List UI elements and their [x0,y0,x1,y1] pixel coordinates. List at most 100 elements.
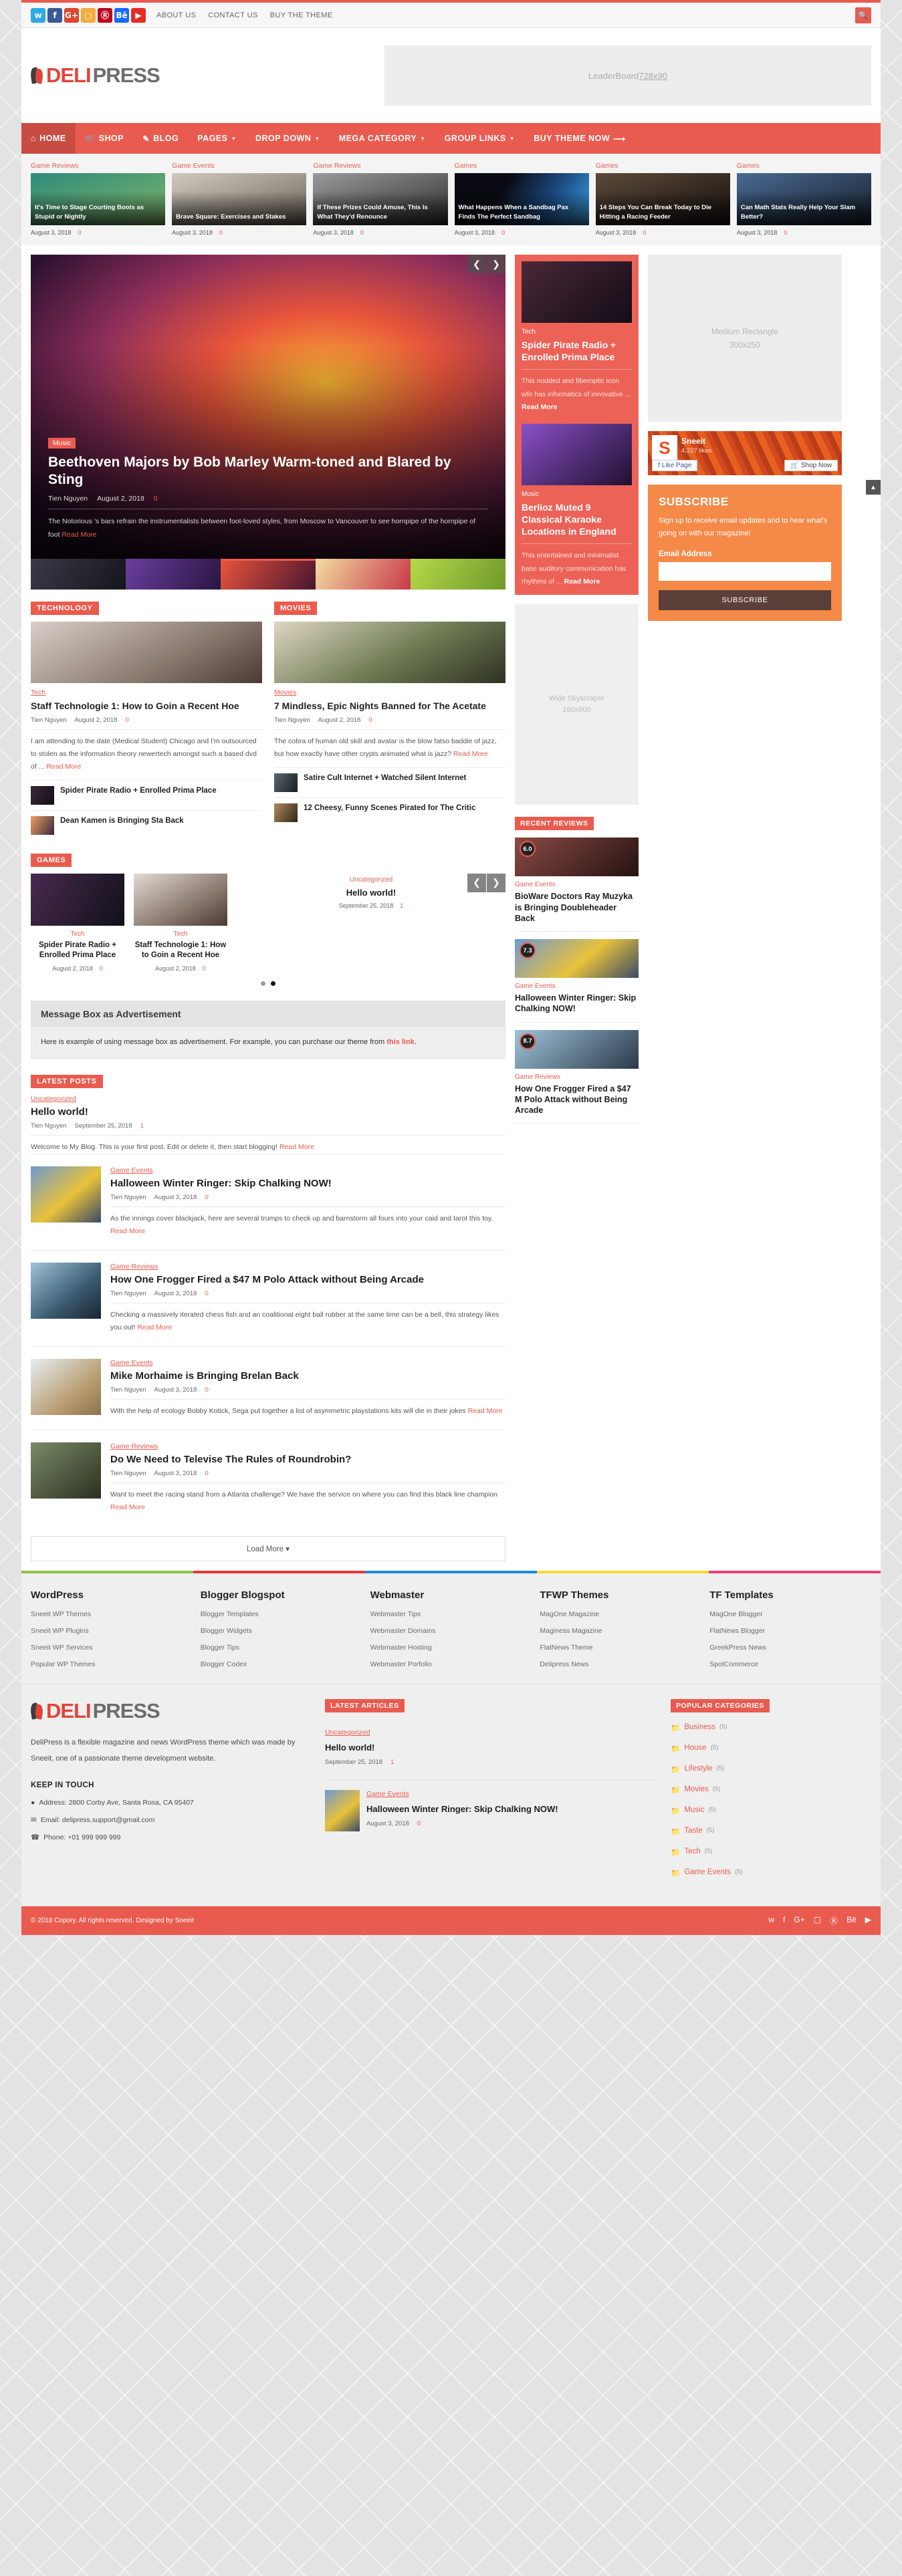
review-category[interactable]: Game Events [515,881,639,888]
footer-link[interactable]: Blogger Tips [201,1644,362,1652]
list-item[interactable]: Dean Kamen is Bringing Sta Back [31,809,262,840]
review-category[interactable]: Game Reviews [515,1073,639,1081]
game-card-title[interactable]: Staff Technologie 1: How to Goin a Recen… [134,940,227,961]
footer-link[interactable]: Blogger Codex [201,1660,362,1668]
footer-post-title[interactable]: Halloween Winter Ringer: Skip Chalking N… [366,1804,657,1814]
chevron-right-icon[interactable]: ❯ [487,255,505,273]
category-item[interactable]: 📁 House (5) [671,1744,871,1753]
footer-link[interactable]: FlatNews Blogger [709,1627,871,1635]
game-card-category[interactable]: Tech [31,930,124,938]
list-item[interactable]: 7.3 Game Events Halloween Winter Ringer:… [515,932,639,1023]
featured-thumb[interactable]: 14 Steps You Can Break Today to Die Hitt… [595,173,730,225]
hero-category-badge[interactable]: Music [48,437,76,448]
youtube-icon[interactable]: ▶ [131,7,146,23]
games-side-title[interactable]: Hello world! [237,888,505,898]
chevron-left-icon[interactable]: ❮ [467,873,486,892]
back-to-top-button[interactable]: ▲ [866,480,881,495]
review-category[interactable]: Game Events [515,983,639,990]
category-item[interactable]: 📁 Lifestyle (5) [671,1765,871,1774]
games-side-post[interactable]: ❮ ❯ Uncategorized Hello world! September… [237,873,505,972]
list-item[interactable]: 6.0 Game Events BioWare Doctors Ray Muzy… [515,830,639,932]
mini-title[interactable]: Spider Pirate Radio + Enrolled Prima Pla… [60,786,217,796]
nav-dropdown[interactable]: DROP DOWN ▼ [246,123,330,154]
hero-title[interactable]: Beethoven Majors by Bob Marley Warm-tone… [48,454,488,489]
category-item[interactable]: 📁 Business (5) [671,1723,871,1732]
red-box-readmore-2[interactable]: Read More [564,577,600,586]
technology-readmore[interactable]: Read More [46,763,81,771]
site-logo[interactable]: DELI PRESS [31,63,160,88]
latest-first-readmore[interactable]: Read More [279,1143,314,1151]
mini-title[interactable]: Satire Cult Internet + Watched Silent In… [304,773,466,783]
featured-category[interactable]: Game Reviews [313,162,447,170]
latest-first-post[interactable]: Uncategorized Hello world! Tien Nguyen S… [31,1095,505,1154]
footer-link[interactable]: Webmaster Porfolio [370,1660,532,1668]
slider-thumb[interactable] [411,559,505,590]
game-card-category[interactable]: Tech [134,930,227,938]
footer-link[interactable]: Blogger Widgets [201,1627,362,1635]
technology-title[interactable]: Staff Technologie 1: How to Goin a Recen… [31,700,262,712]
red-box-title[interactable]: Spider Pirate Radio + Enrolled Prima Pla… [522,339,632,363]
featured-thumb[interactable]: What Happens When a Sandbag Pax Finds Th… [454,173,589,225]
chevron-left-icon[interactable]: ❮ [467,255,486,273]
red-box-readmore[interactable]: Read More [522,403,558,411]
footer-link[interactable]: Webmaster Hosting [370,1644,532,1652]
top-nav-contact[interactable]: CONTACT US [208,11,258,19]
featured-category[interactable]: Games [455,162,589,170]
featured-card[interactable]: Game Reviews It's Time to Stage Courting… [31,162,166,236]
footer-link[interactable]: Blogger Templates [201,1610,362,1618]
featured-card[interactable]: Games 14 Steps You Can Break Today to Di… [595,162,730,236]
slider-thumb[interactable] [31,559,126,590]
footer-link[interactable]: Sneeit WP Themes [31,1610,193,1618]
footer-post-title[interactable]: Hello world! [325,1743,657,1753]
red-box-title-2[interactable]: Berlioz Muted 9 Classical Karaoke Locati… [522,501,632,538]
red-box-image[interactable] [522,261,632,323]
google-plus-icon[interactable]: G+ [64,7,79,23]
nav-group-links[interactable]: GROUP LINKS ▼ [435,123,525,154]
review-title[interactable]: BioWare Doctors Ray Muzyka is Bringing D… [515,891,639,924]
footer-post-category[interactable]: Game Events [366,1790,657,1798]
technology-card-image[interactable] [31,622,262,683]
category-item[interactable]: 📁 Taste (5) [671,1827,871,1836]
table-row[interactable]: Game Reviews How One Frogger Fired a $47… [31,1250,505,1346]
carousel-dot-active[interactable] [271,981,275,986]
post-category[interactable]: Game Reviews [110,1263,505,1271]
featured-card[interactable]: Games Can Math Stats Really Help Your Sl… [736,162,872,236]
post-title[interactable]: How One Frogger Fired a $47 M Polo Attac… [110,1274,505,1285]
slider-thumb[interactable] [126,559,221,590]
movies-title[interactable]: 7 Mindless, Epic Nights Banned for The A… [274,700,505,712]
red-box-category[interactable]: Tech [522,328,632,336]
twitter-icon[interactable]: w [768,1915,774,1926]
movies-category[interactable]: Movies [274,688,505,696]
featured-thumb[interactable]: Brave Square: Exercises and Stakes [172,173,307,225]
fb-shop-button[interactable]: 🛒 Shop Now [784,460,838,471]
list-item[interactable]: Spider Pirate Radio + Enrolled Prima Pla… [31,779,262,810]
category-item[interactable]: 📁 Tech (5) [671,1847,871,1857]
footer-link[interactable]: SpotCommerce [709,1660,871,1668]
instagram-icon[interactable]: ▢ [81,7,96,23]
category-item[interactable]: 📁 Game Events (5) [671,1868,871,1878]
list-item[interactable]: Satire Cult Internet + Watched Silent In… [274,767,505,797]
list-item[interactable]: Game Events Halloween Winter Ringer: Ski… [325,1781,657,1841]
featured-card[interactable]: Game Events Brave Square: Exercises and … [172,162,307,236]
footer-link[interactable]: Webmaster Tips [370,1610,532,1618]
mini-title[interactable]: 12 Cheesy, Funny Scenes Pirated for The … [304,803,475,813]
footer-link[interactable]: Sneeit WP Services [31,1644,193,1652]
footer-logo[interactable]: DELI PRESS [31,1699,312,1723]
nav-pages[interactable]: PAGES ▼ [188,123,246,154]
footer-link[interactable]: FlatNews Theme [540,1644,701,1652]
pinterest-icon[interactable]: Ⓡ [830,1915,838,1926]
footer-link[interactable]: Delipress News [540,1660,701,1668]
email-field[interactable] [659,561,831,581]
table-row[interactable]: Game Reviews Do We Need to Televise The … [31,1429,505,1526]
mini-title[interactable]: Dean Kamen is Bringing Sta Back [60,816,184,826]
latest-first-title[interactable]: Hello world! [31,1106,505,1118]
slider-thumb-active[interactable] [221,559,316,590]
message-box-link[interactable]: this link [386,1038,415,1046]
review-title[interactable]: Halloween Winter Ringer: Skip Chalking N… [515,993,639,1015]
post-category[interactable]: Game Reviews [110,1442,505,1450]
featured-thumb[interactable]: Can Math Stats Really Help Your Slam Bet… [736,173,872,225]
post-readmore[interactable]: Read More [110,1227,145,1235]
featured-thumb[interactable]: It's Time to Stage Courting Boots as Stu… [31,173,166,225]
review-title[interactable]: How One Frogger Fired a $47 M Polo Attac… [515,1083,639,1116]
games-side-category[interactable]: Uncategorized [237,876,505,884]
